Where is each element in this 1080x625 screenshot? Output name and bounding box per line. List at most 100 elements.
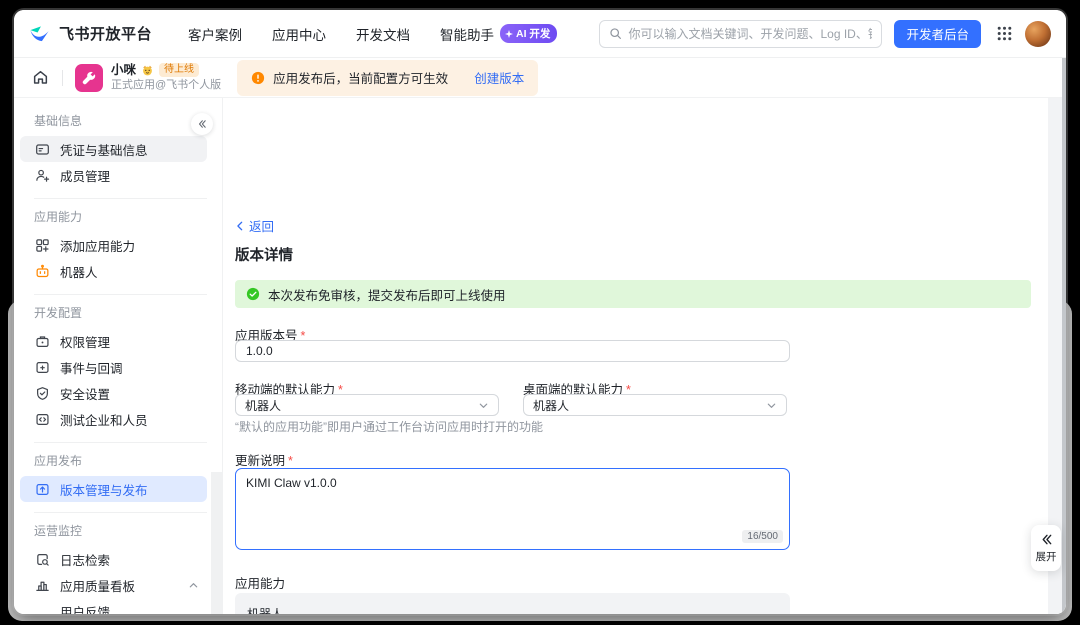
body-row: 基础信息 凭证与基础信息 成员管理 应用能力 bbox=[14, 98, 1066, 614]
double-chevron-left-icon bbox=[197, 119, 207, 129]
brand-title: 飞书开放平台 bbox=[59, 23, 152, 44]
sidebar-item-label: 凭证与基础信息 bbox=[60, 140, 148, 159]
capability-summary-panel: 机器人 已启用 bbox=[235, 593, 790, 614]
sidebar-item-credentials[interactable]: 凭证与基础信息 bbox=[20, 136, 207, 162]
chevron-left-icon bbox=[235, 221, 245, 231]
expand-panel-button[interactable]: 展开 bbox=[1031, 525, 1061, 571]
capability-name: 机器人 bbox=[247, 605, 778, 614]
app-context-bar: 小咪 待上线 正式应用@飞书个人版 应用发布后，当前配置方可生效 创建版本 bbox=[14, 58, 1066, 98]
global-search[interactable] bbox=[599, 20, 882, 48]
main-content: 返回 版本详情 本次发布免审核，提交发布后即可上线使用 应用版本号* 移动端的默… bbox=[223, 98, 1066, 614]
chevron-down-icon bbox=[478, 400, 489, 411]
sidebar-item-quality-dashboard[interactable]: 应用质量看板 bbox=[20, 572, 207, 598]
alert-text: 应用发布后，当前配置方可生效 bbox=[273, 68, 448, 87]
chevron-up-icon[interactable] bbox=[188, 580, 199, 591]
page-title: 版本详情 bbox=[235, 244, 293, 265]
changelog-textarea[interactable]: KIMI Claw v1.0.0 bbox=[235, 468, 790, 550]
top-navigation-bar: 飞书开放平台 客户案例 应用中心 开发文档 智能助手 AI 开发 bbox=[14, 10, 1066, 58]
nav-right-group: 开发者后台 bbox=[599, 20, 1051, 48]
search-input[interactable] bbox=[628, 27, 872, 41]
sidebar-item-user-feedback[interactable]: 用户反馈 bbox=[20, 598, 207, 614]
capability-section-title: 应用能力 bbox=[235, 573, 285, 592]
sidebar-item-label: 机器人 bbox=[60, 262, 98, 281]
user-plus-icon bbox=[34, 167, 50, 183]
nav-item-dev-docs[interactable]: 开发文档 bbox=[356, 24, 410, 44]
app-grid-icon[interactable] bbox=[995, 25, 1013, 43]
create-version-link[interactable]: 创建版本 bbox=[474, 68, 524, 87]
double-chevron-left-icon bbox=[1040, 533, 1053, 546]
sidebar-item-label: 权限管理 bbox=[60, 332, 110, 351]
nav-item-customer-cases[interactable]: 客户案例 bbox=[188, 24, 242, 44]
home-icon[interactable] bbox=[28, 66, 52, 90]
grid-plus-icon bbox=[34, 237, 50, 253]
developer-console-button[interactable]: 开发者后台 bbox=[894, 20, 981, 48]
sidebar-item-log-search[interactable]: 日志检索 bbox=[20, 546, 207, 572]
select-value: 机器人 bbox=[533, 397, 569, 414]
sidebar-collapse-button[interactable] bbox=[191, 113, 213, 135]
sidebar-item-label: 事件与回调 bbox=[60, 358, 123, 377]
sidebar-item-version-management[interactable]: 版本管理与发布 bbox=[20, 476, 207, 502]
chevron-down-icon bbox=[766, 400, 777, 411]
select-value: 机器人 bbox=[245, 397, 281, 414]
sidebar-item-security[interactable]: 安全设置 bbox=[20, 380, 207, 406]
nav-item-label: 智能助手 bbox=[440, 24, 494, 44]
code-box-icon bbox=[34, 411, 50, 427]
app-avatar-icon[interactable] bbox=[75, 64, 103, 92]
cat-emoji-icon bbox=[141, 64, 154, 77]
sidebar-item-members[interactable]: 成员管理 bbox=[20, 162, 207, 188]
feishu-logo[interactable]: 飞书开放平台 bbox=[28, 22, 152, 45]
expand-label: 展开 bbox=[1036, 549, 1057, 564]
status-badge: 待上线 bbox=[159, 63, 199, 78]
review-free-banner: 本次发布免审核，提交发布后即可上线使用 bbox=[235, 280, 1031, 308]
feishu-logo-icon bbox=[28, 22, 51, 45]
banner-text: 本次发布免审核，提交发布后即可上线使用 bbox=[268, 285, 506, 304]
nav-item-app-center[interactable]: 应用中心 bbox=[272, 24, 326, 44]
sidebar-item-label: 版本管理与发布 bbox=[60, 480, 148, 499]
sidebar-section-capabilities: 应用能力 bbox=[20, 208, 207, 225]
sidebar-section-dev-config: 开发配置 bbox=[20, 304, 207, 321]
divider bbox=[34, 512, 207, 513]
desktop-capability-select[interactable]: 机器人 bbox=[523, 394, 787, 416]
mobile-capability-select[interactable]: 机器人 bbox=[235, 394, 499, 416]
sidebar-item-add-capability[interactable]: 添加应用能力 bbox=[20, 232, 207, 258]
check-circle-icon bbox=[246, 287, 260, 301]
log-search-icon bbox=[34, 551, 50, 567]
sidebar-item-label: 用户反馈 bbox=[60, 602, 110, 615]
browser-window: 飞书开放平台 客户案例 应用中心 开发文档 智能助手 AI 开发 bbox=[14, 10, 1066, 614]
sidebar-item-label: 日志检索 bbox=[60, 550, 110, 569]
divider bbox=[34, 198, 207, 199]
sidebar-item-label: 添加应用能力 bbox=[60, 236, 135, 255]
app-name: 小咪 bbox=[111, 63, 136, 77]
back-link[interactable]: 返回 bbox=[235, 216, 274, 235]
window-scrollbar[interactable] bbox=[1062, 58, 1066, 614]
nav-menu: 客户案例 应用中心 开发文档 智能助手 AI 开发 bbox=[188, 24, 557, 44]
search-icon bbox=[609, 27, 622, 40]
divider bbox=[34, 294, 207, 295]
sidebar: 基础信息 凭证与基础信息 成员管理 应用能力 bbox=[14, 98, 223, 614]
publish-up-icon bbox=[34, 481, 50, 497]
sidebar-item-test-org[interactable]: 测试企业和人员 bbox=[20, 406, 207, 432]
divider bbox=[62, 70, 63, 86]
sidebar-item-permissions[interactable]: 权限管理 bbox=[20, 328, 207, 354]
capability-hint: “默认的应用功能”即用户通过工作台访问应用时打开的功能 bbox=[235, 418, 543, 435]
sparkle-icon bbox=[505, 30, 513, 38]
sidebar-section-release: 应用发布 bbox=[20, 452, 207, 469]
nav-item-ai-assistant[interactable]: 智能助手 AI 开发 bbox=[440, 24, 557, 44]
sidebar-section-monitoring: 运营监控 bbox=[20, 522, 207, 539]
sidebar-item-label: 测试企业和人员 bbox=[60, 410, 148, 429]
id-card-icon bbox=[34, 141, 50, 157]
sidebar-item-events[interactable]: 事件与回调 bbox=[20, 354, 207, 380]
sidebar-item-label: 成员管理 bbox=[60, 166, 110, 185]
warning-icon bbox=[251, 71, 265, 85]
publish-alert-banner: 应用发布后，当前配置方可生效 创建版本 bbox=[237, 60, 538, 96]
shield-check-icon bbox=[34, 385, 50, 401]
ai-dev-badge: AI 开发 bbox=[500, 24, 557, 43]
wrench-icon bbox=[81, 70, 97, 86]
user-avatar[interactable] bbox=[1025, 21, 1051, 47]
briefcase-icon bbox=[34, 333, 50, 349]
sidebar-item-bot[interactable]: 机器人 bbox=[20, 258, 207, 284]
char-counter: 16/500 bbox=[742, 530, 783, 543]
robot-icon bbox=[34, 263, 50, 279]
sidebar-section-basic-info: 基础信息 bbox=[20, 112, 207, 129]
version-input[interactable] bbox=[235, 340, 790, 362]
